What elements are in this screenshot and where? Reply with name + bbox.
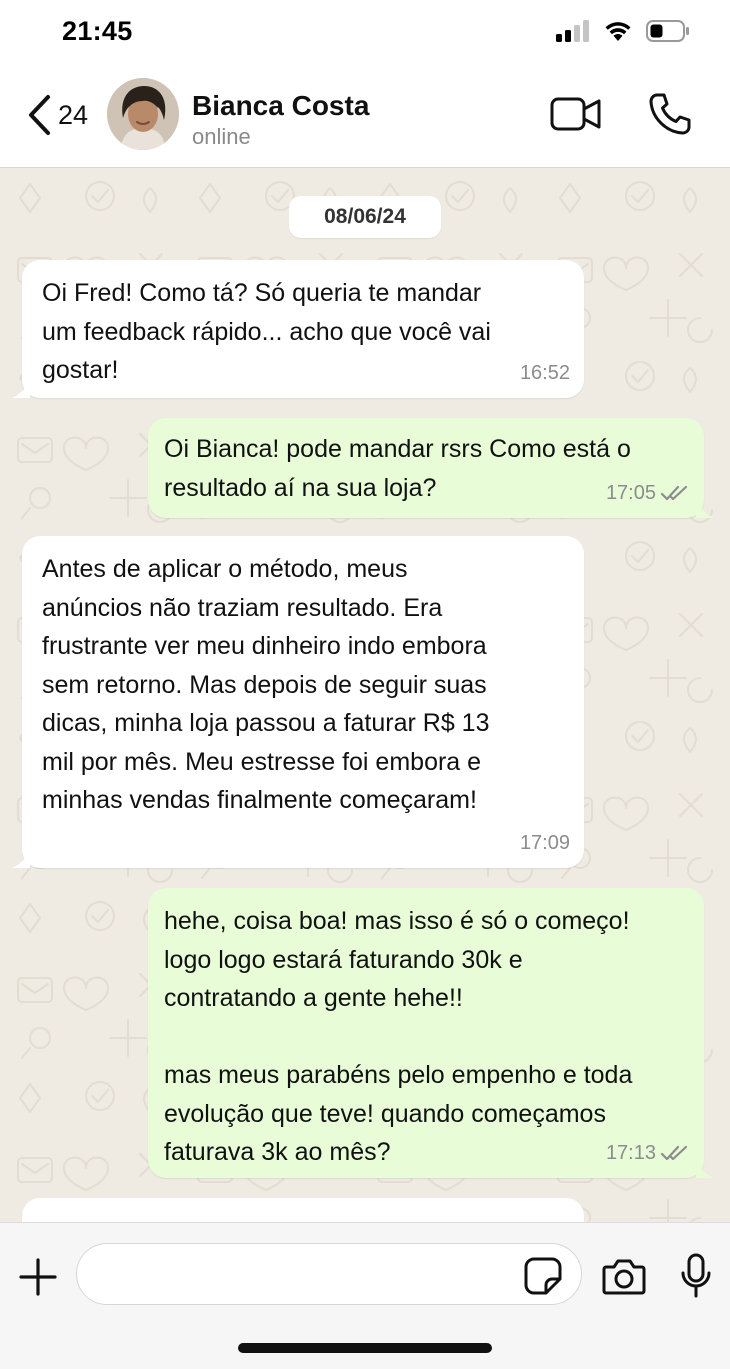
message-time: 17:13 (605, 1141, 656, 1164)
double-check-icon (660, 1145, 688, 1160)
home-indicator (238, 1343, 492, 1353)
composer-bar (0, 1222, 730, 1369)
message-meta: 17:05 (606, 474, 690, 513)
camera-icon (602, 1259, 646, 1295)
attach-button[interactable] (18, 1257, 58, 1302)
message-incoming[interactable]: Oi Fred! Como tá? Só queria te mandar um… (12, 260, 584, 398)
plus-icon (19, 1258, 57, 1296)
avatar-image (107, 78, 179, 150)
voice-call-button[interactable] (648, 92, 692, 141)
message-meta: 17:13 (606, 1134, 690, 1173)
message-incoming-partial[interactable] (22, 1198, 584, 1222)
bubble-tail (12, 382, 30, 398)
phone-icon (649, 93, 691, 135)
chevron-left-icon (29, 95, 50, 135)
message-input[interactable] (76, 1243, 582, 1305)
message-time: 16:52 (519, 361, 570, 384)
date-separator: 08/06/24 (289, 196, 441, 238)
bubble-tail (696, 1162, 714, 1178)
microphone-icon (681, 1253, 711, 1298)
signal-icon (556, 20, 589, 42)
status-icons (556, 20, 690, 42)
video-call-button[interactable] (550, 94, 602, 139)
message-text: hehe, coisa boa! mas isso é só o começo!… (164, 907, 633, 1166)
contact-name[interactable]: Bianca Costa (192, 90, 369, 122)
message-incoming[interactable]: Antes de aplicar o método, meus anúncios… (12, 536, 584, 868)
avatar[interactable] (107, 78, 179, 150)
message-text: Oi Fred! Como tá? Só queria te mandar um… (42, 279, 491, 384)
message-time: 17:09 (519, 831, 570, 854)
unread-count: 24 (58, 99, 89, 130)
message-text: Antes de aplicar o método, meus anúncios… (42, 555, 490, 814)
status-bar: 21:45 (0, 0, 730, 66)
battery-icon (646, 20, 689, 42)
sticker-button[interactable] (524, 1257, 562, 1300)
microphone-button[interactable] (680, 1253, 712, 1304)
message-time: 17:05 (605, 481, 656, 504)
status-time: 21:45 (62, 16, 133, 46)
chat-area[interactable]: 08/06/24 Oi Fred! Como tá? Só queria te … (0, 168, 730, 1222)
message-outgoing[interactable]: hehe, coisa boa! mas isso é só o começo!… (148, 888, 714, 1178)
wifi-icon (605, 22, 631, 41)
bubble-tail (12, 852, 30, 868)
video-camera-icon (550, 97, 601, 131)
message-outgoing[interactable]: Oi Bianca! pode mandar rsrs Como está o … (148, 418, 714, 518)
chat-header: 24 Bianca Costa online (0, 66, 730, 168)
message-meta: 17:09 (520, 824, 570, 863)
message-meta: 16:52 (520, 354, 570, 393)
contact-status: online (192, 124, 251, 149)
double-check-icon (660, 485, 688, 500)
sticker-icon (524, 1257, 562, 1295)
back-button[interactable]: 24 (26, 90, 88, 140)
bubble-tail (696, 502, 714, 518)
camera-button[interactable] (602, 1257, 646, 1300)
